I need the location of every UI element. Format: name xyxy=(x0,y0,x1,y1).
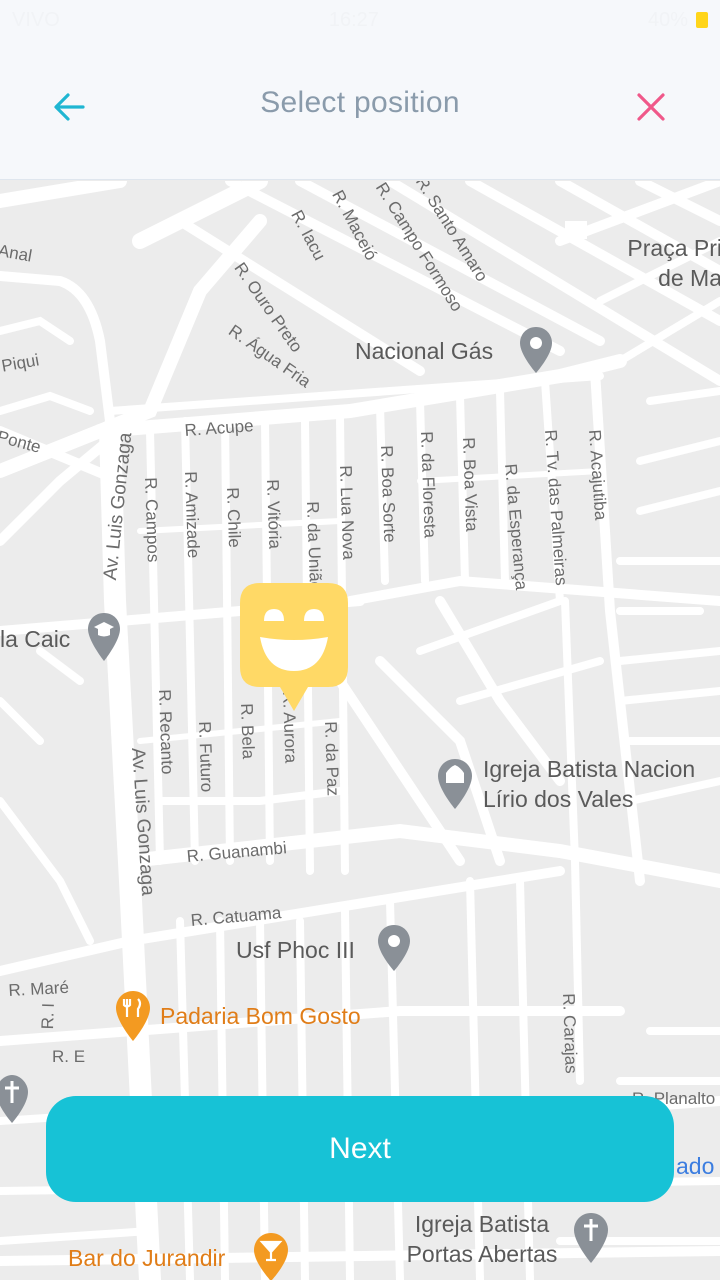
poi-caic[interactable]: la Caic xyxy=(0,624,70,654)
road-label: R. E xyxy=(52,1047,86,1066)
battery-percent: 40% xyxy=(647,8,688,31)
location-pin-icon[interactable] xyxy=(376,923,412,973)
road-label: R. I xyxy=(38,1002,58,1030)
poi-name: Padaria Bom Gosto xyxy=(160,1003,361,1029)
header: Select position xyxy=(0,40,720,180)
poi-name: Usf Phoc III xyxy=(236,937,355,963)
poi-igreja-lirio[interactable]: Igreja Batista Nacion Lírio dos Vales xyxy=(483,754,695,814)
road-label: R. da Paz xyxy=(321,721,343,797)
carrier-label: VIVO xyxy=(12,8,60,31)
road-label: R. Vitória xyxy=(263,479,285,550)
school-pin-icon[interactable] xyxy=(86,611,122,663)
road-label: R. Futuro xyxy=(195,721,217,793)
road-label: R. Maré xyxy=(8,977,70,1000)
poi-name: Portas Abertas xyxy=(406,1241,558,1267)
poi-padaria[interactable]: Padaria Bom Gosto xyxy=(160,1001,361,1031)
next-button[interactable]: Next xyxy=(46,1096,674,1202)
poi-name: Igreja Batista xyxy=(414,1211,550,1237)
road-label: R. Carajas xyxy=(559,993,581,1074)
road-label: R. Recanto xyxy=(155,689,177,775)
restaurant-pin-icon[interactable] xyxy=(114,989,152,1043)
poi-usf-phoc[interactable]: Usf Phoc III xyxy=(236,935,355,965)
poi-name: Praça Pri xyxy=(627,235,720,261)
location-pin-icon[interactable] xyxy=(518,325,554,375)
road-label: R. Campos xyxy=(141,477,163,563)
poi-name: ado xyxy=(676,1153,715,1179)
poi-name: de Ma xyxy=(658,265,720,291)
poi-partial[interactable]: ado xyxy=(676,1151,714,1181)
clock: 16:27 xyxy=(328,8,379,31)
road-label: R. Chile xyxy=(223,487,245,549)
poi-bar-jurandir[interactable]: Bar do Jurandir xyxy=(68,1243,225,1273)
road-label: R. Boa Sorte xyxy=(377,445,400,543)
road-label: R. da União xyxy=(303,501,326,592)
poi-name: Bar do Jurandir xyxy=(68,1245,226,1271)
status-right: 40% xyxy=(648,9,708,32)
road-label: R. Amizade xyxy=(181,471,204,559)
smiley-marker-icon[interactable] xyxy=(238,581,350,713)
church-pin-icon[interactable] xyxy=(436,757,474,811)
poi-praca[interactable]: Praça Pri de Ma xyxy=(612,233,720,293)
church-pin-icon[interactable] xyxy=(572,1211,610,1265)
close-button[interactable] xyxy=(626,82,676,132)
poi-igreja-portas[interactable]: Igreja Batista Portas Abertas xyxy=(392,1209,572,1269)
poi-name: Nacional Gás xyxy=(355,338,494,364)
status-bar: VIVO 16:27 40% xyxy=(0,0,720,40)
poi-name: Igreja Batista Nacion xyxy=(483,756,696,782)
road-label: R. Lua Nova xyxy=(336,465,359,561)
page-title: Select position xyxy=(260,86,460,119)
poi-name: Lírio dos Vales xyxy=(483,786,634,812)
poi-name: la Caic xyxy=(0,626,71,652)
church-pin-icon[interactable] xyxy=(0,1073,30,1125)
road-label: R. Boa Vista xyxy=(459,437,482,532)
close-icon xyxy=(637,93,665,121)
poi-nacional-gas[interactable]: Nacional Gás xyxy=(355,336,493,366)
bar-pin-icon[interactable] xyxy=(252,1231,290,1280)
road-label: R. da Floresta xyxy=(417,431,440,539)
battery-icon xyxy=(695,12,708,28)
